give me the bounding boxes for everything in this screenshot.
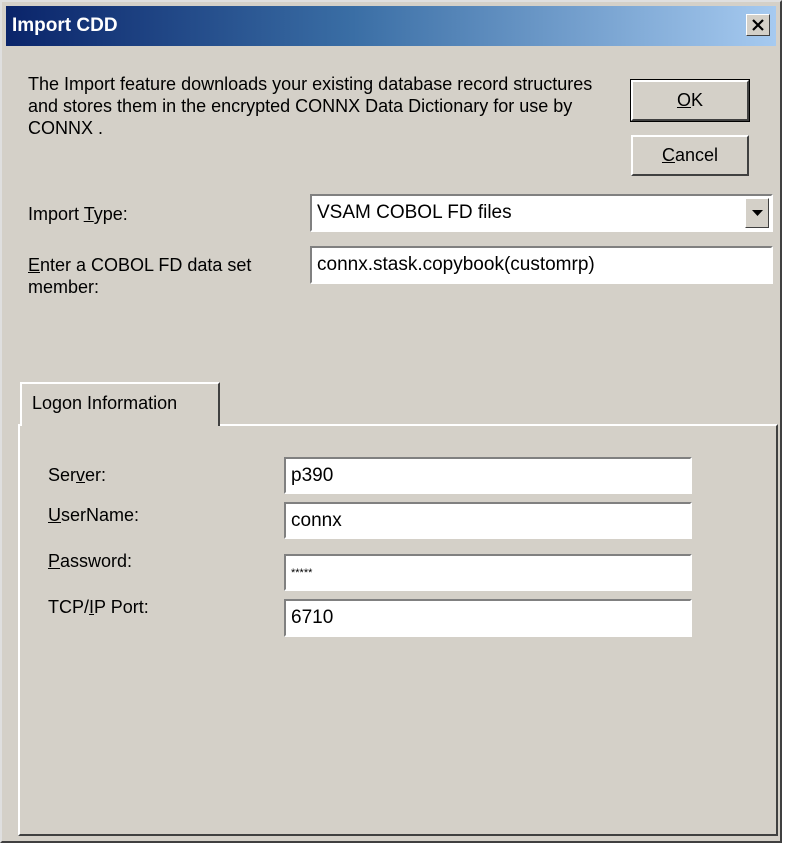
import-type-value: VSAM COBOL FD files [317, 202, 512, 223]
port-label: TCP/IP Port: [48, 597, 149, 617]
username-value: connx [291, 510, 342, 531]
port-value: 6710 [291, 607, 334, 628]
server-label: Server: [48, 465, 107, 485]
cobol-member-input[interactable]: connx.stask.copybook(customrp) [310, 246, 773, 284]
close-icon [752, 19, 764, 31]
dropdown-button[interactable] [745, 198, 769, 228]
password-label: Password: [48, 551, 133, 571]
server-input[interactable]: p390 [284, 457, 692, 494]
tab-label: Logon Information [32, 393, 178, 413]
import-type-select[interactable]: VSAM COBOL FD files [310, 194, 773, 232]
password-input[interactable]: ***** [284, 554, 692, 591]
ok-button[interactable]: OK [630, 79, 750, 122]
title-bar[interactable]: Import CDD [6, 6, 776, 46]
server-value: p390 [291, 465, 334, 486]
port-input[interactable]: 6710 [284, 599, 692, 637]
chevron-down-icon [752, 210, 763, 216]
close-button[interactable] [746, 14, 770, 36]
cobol-member-value: connx.stask.copybook(customrp) [317, 254, 595, 275]
password-value: ***** [291, 567, 313, 579]
window-title: Import CDD [12, 15, 118, 36]
intro-text: The Import feature downloads your existi… [28, 74, 593, 138]
cancel-button[interactable]: Cancel [631, 135, 749, 176]
username-input[interactable]: connx [284, 502, 692, 539]
tab-logon-information[interactable]: Logon Information [20, 382, 220, 426]
username-label: UserName: [48, 505, 140, 525]
import-type-label: Import Type: [28, 204, 128, 224]
cobol-member-label: Enter a COBOL FD data set member: [28, 255, 252, 297]
